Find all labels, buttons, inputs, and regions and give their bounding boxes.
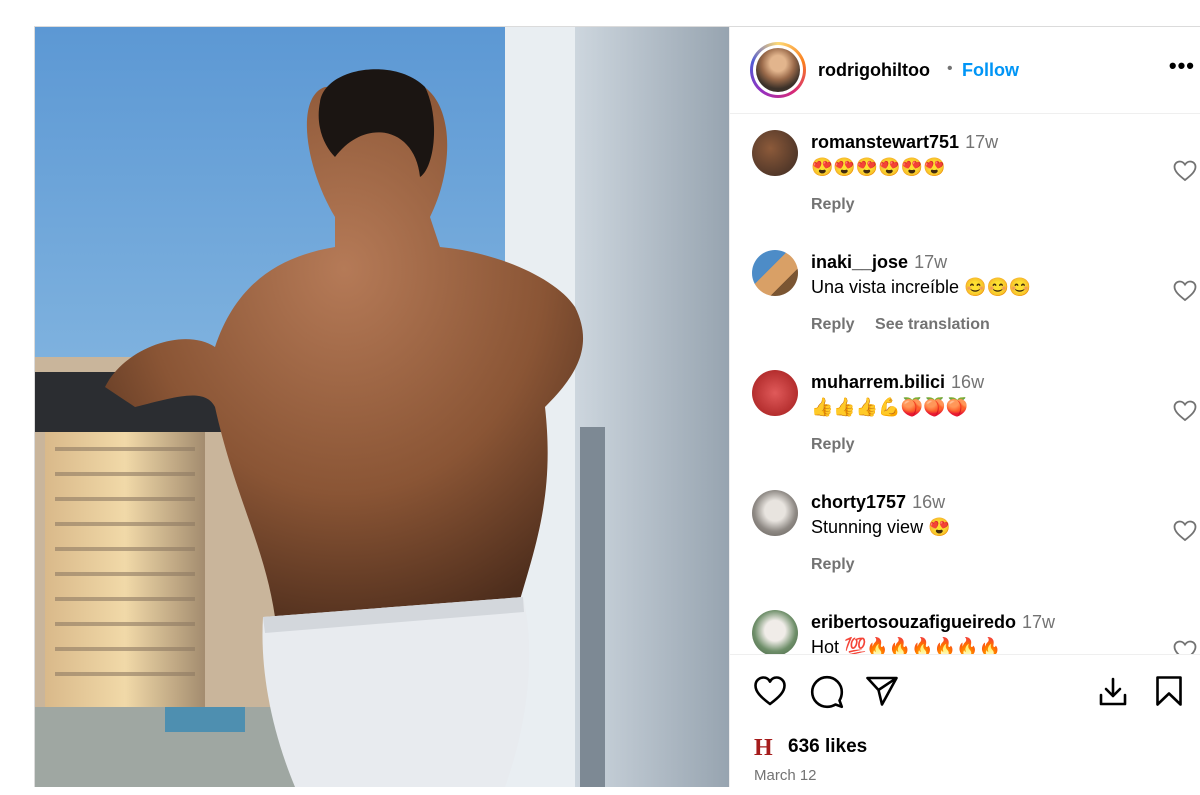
comment-heart-icon[interactable]	[1173, 520, 1197, 542]
comment-header: inaki__jose 17w	[811, 252, 947, 273]
reply-button[interactable]: Reply	[811, 196, 855, 213]
comment-actions: Reply	[811, 436, 871, 454]
comment-actions: Reply	[811, 556, 871, 574]
comment-text: Stunning view 😍	[811, 517, 951, 537]
comment-heart-icon[interactable]	[1173, 280, 1197, 302]
see-translation-button[interactable]: See translation	[875, 316, 990, 333]
comment-heart-icon[interactable]	[1173, 160, 1197, 182]
comment-header: romanstewart751 17w	[811, 132, 998, 153]
reply-button[interactable]: Reply	[811, 556, 855, 573]
comment-item: inaki__jose 17w Una vista increíble 😊😊😊 R…	[730, 234, 1200, 354]
post-sidebar: rodrigohiltoo • Follow ••• romanstewart7…	[729, 27, 1200, 795]
comment-item: romanstewart751 17w 😍😍😍😍😍😍 Reply	[730, 114, 1200, 234]
comment-username[interactable]: muharrem.bilici	[811, 372, 945, 392]
comment-text: Hot 💯🔥🔥🔥🔥🔥🔥	[811, 637, 1001, 654]
comment-time[interactable]: 17w	[914, 252, 947, 272]
comment-username[interactable]: inaki__jose	[811, 252, 908, 272]
comment-icon[interactable]	[810, 675, 844, 709]
comment-actions: Reply See translation	[811, 316, 1006, 334]
owner-avatar-photo	[756, 48, 800, 92]
comment-text: Una vista increíble 😊😊😊	[811, 277, 1032, 297]
comment-time[interactable]: 17w	[1022, 612, 1055, 632]
comment-item: eribertosouzafigueiredo 17w Hot 💯🔥🔥🔥🔥🔥🔥	[730, 594, 1200, 654]
owner-avatar-border	[753, 45, 803, 95]
commenter-avatar[interactable]	[752, 610, 798, 654]
post-image[interactable]	[35, 27, 729, 787]
liker-logo[interactable]: H	[754, 736, 776, 760]
comment-username[interactable]: chorty1757	[811, 492, 906, 512]
comment-username[interactable]: romanstewart751	[811, 132, 959, 152]
comment-header: muharrem.bilici 16w	[811, 372, 984, 393]
commenter-avatar[interactable]	[752, 490, 798, 536]
comments-list[interactable]: romanstewart751 17w 😍😍😍😍😍😍 Reply inaki__j…	[730, 114, 1200, 654]
comment-header: chorty1757 16w	[811, 492, 945, 513]
comment-text: 👍👍👍💪🍑🍑🍑	[811, 397, 968, 417]
follow-button[interactable]: Follow	[962, 60, 1019, 81]
comment-actions: Reply	[811, 196, 871, 214]
comment-text: 😍😍😍😍😍😍	[811, 157, 946, 177]
comment-time[interactable]: 16w	[912, 492, 945, 512]
reply-button[interactable]: Reply	[811, 316, 855, 333]
owner-avatar[interactable]	[750, 42, 806, 98]
reply-button[interactable]: Reply	[811, 436, 855, 453]
commenter-avatar[interactable]	[752, 250, 798, 296]
download-icon[interactable]	[1098, 677, 1128, 707]
comment-heart-icon[interactable]	[1173, 640, 1197, 654]
post-actions: H 636 likes March 12	[730, 654, 1200, 795]
likes-count[interactable]: 636 likes	[788, 736, 867, 758]
comment-header: eribertosouzafigueiredo 17w	[811, 612, 1055, 633]
post-header: rodrigohiltoo • Follow •••	[730, 27, 1200, 114]
bookmark-icon[interactable]	[1155, 675, 1183, 707]
comment-heart-icon[interactable]	[1173, 400, 1197, 422]
heart-icon[interactable]	[753, 675, 787, 707]
commenter-avatar[interactable]	[752, 370, 798, 416]
post-photo	[35, 27, 729, 787]
comment-username[interactable]: eribertosouzafigueiredo	[811, 612, 1016, 632]
post-date[interactable]: March 12	[754, 767, 817, 784]
owner-username[interactable]: rodrigohiltoo	[818, 60, 930, 81]
post-container: rodrigohiltoo • Follow ••• romanstewart7…	[34, 26, 1200, 795]
more-options-icon[interactable]: •••	[1169, 53, 1195, 79]
comment-item: chorty1757 16w Stunning view 😍 Reply	[730, 474, 1200, 594]
send-icon[interactable]	[865, 675, 899, 707]
comment-time[interactable]: 16w	[951, 372, 984, 392]
comment-time[interactable]: 17w	[965, 132, 998, 152]
comment-item: muharrem.bilici 16w 👍👍👍💪🍑🍑🍑 Reply	[730, 354, 1200, 474]
header-separator: •	[947, 60, 953, 77]
commenter-avatar[interactable]	[752, 130, 798, 176]
